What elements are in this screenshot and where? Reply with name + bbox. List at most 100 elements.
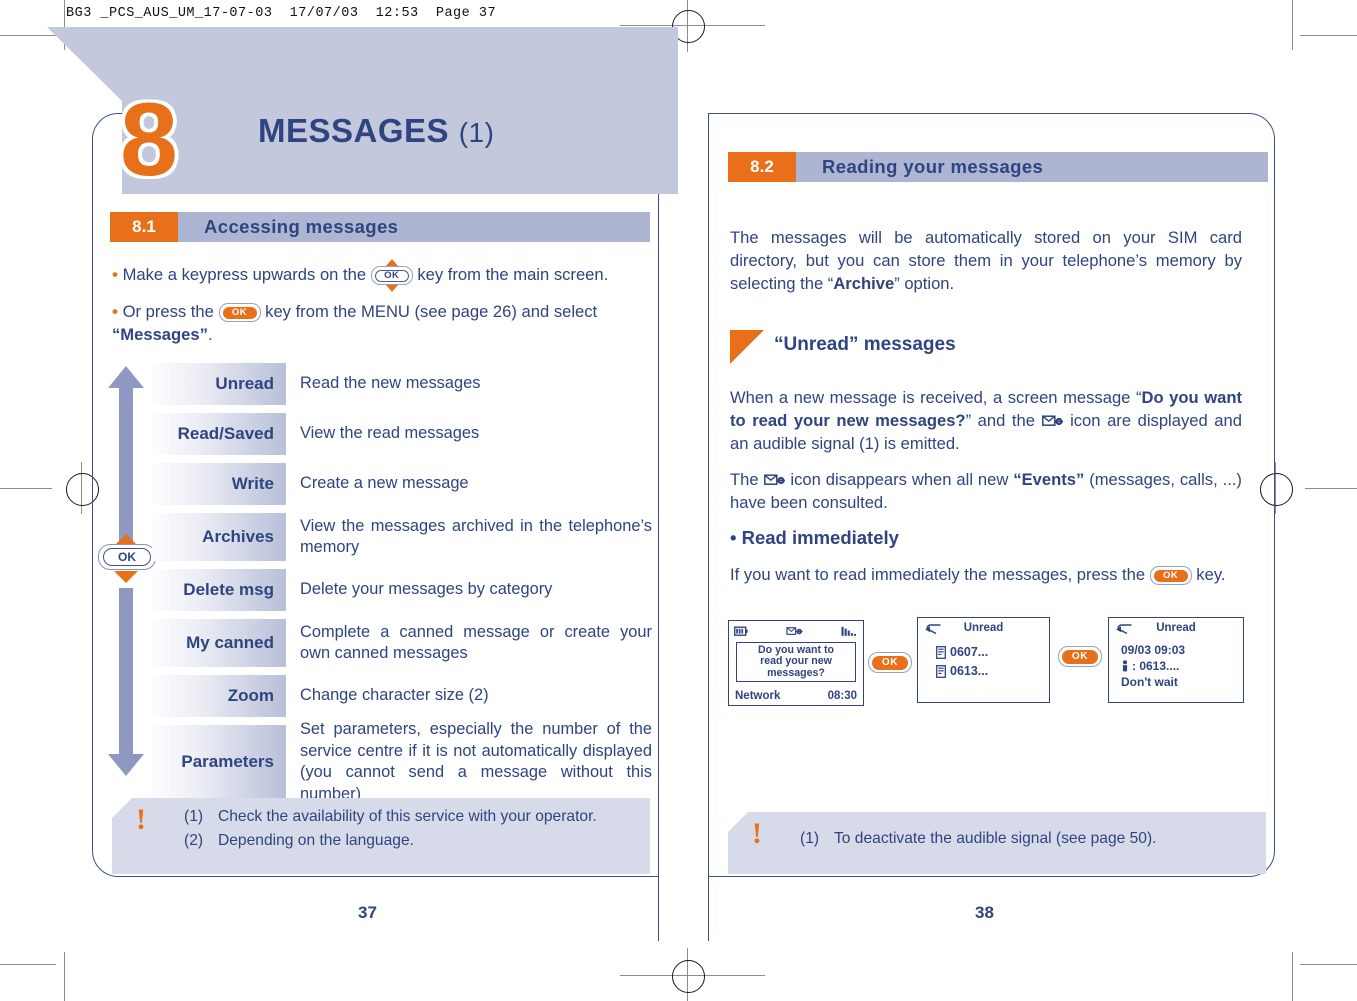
- ok-button-label: OK: [872, 655, 908, 670]
- chapter-title-text: MESSAGES: [258, 112, 450, 149]
- page-number-right: 38: [975, 903, 994, 922]
- messages-menu-list: Unread Read the new messages Read/Saved …: [152, 363, 652, 807]
- intro-bold: Archive: [833, 274, 895, 293]
- list-item[interactable]: 0613...: [936, 662, 988, 681]
- battery-icon: [734, 626, 748, 636]
- list-item[interactable]: Read/Saved View the read messages: [152, 413, 652, 455]
- list-item[interactable]: Write Create a new message: [152, 463, 652, 505]
- para3-part2: key.: [1196, 565, 1226, 584]
- footnote-line: (1) To deactivate the audible signal (se…: [800, 828, 1250, 849]
- phone-screen-unread-list: Unread 0607... 0613...: [917, 617, 1050, 703]
- bullet-2-after: key from the MENU (see page 26) and sele…: [265, 302, 598, 321]
- message-sender-row: : 0613....: [1121, 658, 1185, 674]
- phone-screen-prompt: Do you want to read your new messages? N…: [728, 620, 864, 706]
- message-number: 0607...: [950, 645, 989, 659]
- menu-desc-parameters: Set parameters, especially the number of…: [300, 720, 652, 803]
- footnote-text: Depending on the language.: [218, 832, 414, 849]
- menu-label-write: Write: [152, 463, 286, 505]
- bullet-2-before: Or press the: [122, 302, 214, 321]
- list-item[interactable]: 0607...: [936, 643, 988, 662]
- ok-key-label: OK: [222, 306, 257, 319]
- menu-label-archives: Archives: [152, 513, 286, 561]
- person-icon: [1122, 660, 1128, 672]
- page-number-left: 37: [358, 903, 377, 922]
- crop-mark-bottom-left-horizontal: [0, 964, 56, 966]
- registration-mark-bottom: [672, 960, 705, 993]
- intro-paragraph: The messages will be automatically store…: [730, 226, 1242, 295]
- list-item[interactable]: Unread Read the new messages: [152, 363, 652, 405]
- para3-part1: If you want to read immediately the mess…: [730, 565, 1146, 584]
- print-header-text: BG3 _PCS_AUS_UM_17-07-03 17/07/03 12:53 …: [66, 6, 497, 21]
- paragraph-icon-disappears: The icon disappears when all new “Events…: [730, 468, 1242, 514]
- crop-mark-bottom-right-vertical: [1292, 952, 1294, 1001]
- message-icon: [936, 646, 946, 659]
- ok-key-icon-solid[interactable]: OK: [1149, 566, 1192, 586]
- list-item[interactable]: Delete msg Delete your messages by categ…: [152, 569, 652, 611]
- list-item[interactable]: Zoom Change character size (2): [152, 675, 652, 717]
- bullet-dot-icon: •: [112, 302, 118, 321]
- envelope-event-icon: [763, 474, 785, 485]
- chapter-title-roman: (1): [458, 117, 495, 148]
- screen-title: Unread: [963, 622, 1004, 634]
- phone-screen-message-detail: Unread 09/03 09:03 : 0613.... Don't wait: [1108, 617, 1244, 703]
- footnote-line: (2) Depending on the language.: [184, 830, 634, 851]
- message-body: Don't wait: [1121, 675, 1178, 689]
- menu-desc-delete-msg: Delete your messages by category: [300, 580, 553, 599]
- list-item[interactable]: Archives View the messages archived in t…: [152, 513, 652, 561]
- bullet-keypress-up: • Make a keypress upwards on the OK key …: [112, 259, 646, 293]
- bullet-1-after: key from the main screen.: [417, 265, 609, 284]
- footnote-box-left: ! (1) Check the availability of this ser…: [112, 798, 650, 874]
- section-number-8-2: 8.2: [728, 152, 796, 182]
- warning-exclamation-icon: !: [752, 817, 762, 850]
- list-item[interactable]: Parameters Set parameters, especially th…: [152, 720, 652, 803]
- menu-desc-write: Create a new message: [300, 474, 469, 493]
- ok-key-button[interactable]: OK: [98, 544, 156, 570]
- para2-bold: “Events”: [1013, 470, 1085, 489]
- footnote-number: (2): [184, 832, 204, 849]
- section-number-8-1: 8.1: [110, 212, 178, 242]
- menu-label-read-saved: Read/Saved: [152, 413, 286, 455]
- menu-desc-my-canned: Complete a canned message or create your…: [300, 622, 652, 663]
- crop-mark-top-right-horizontal: [1300, 35, 1357, 37]
- bullet-2-bold-tail: “Messages”: [112, 325, 208, 344]
- section-title-8-1: Accessing messages: [178, 212, 650, 242]
- para1-part1: When a new message is received, a screen…: [730, 388, 1142, 407]
- footnote-line: (1) Check the availability of this servi…: [184, 806, 634, 827]
- paragraph-press-ok: If you want to read immediately the mess…: [730, 563, 1250, 586]
- menu-desc-zoom: Change character size (2): [300, 686, 489, 705]
- subsection-triangle-icon: [730, 330, 764, 364]
- section-header-8-2: 8.2 Reading your messages: [728, 152, 1268, 182]
- menu-desc-read-saved: View the read messages: [300, 424, 480, 443]
- intro-part2: ” option.: [894, 274, 955, 293]
- menu-label-unread: Unread: [152, 363, 286, 405]
- para1-part2: ” and the: [965, 411, 1035, 430]
- intro-part1: The messages will be automatically store…: [730, 228, 1242, 293]
- bullet-dot-icon: •: [112, 265, 118, 284]
- section-header-8-1: 8.1 Accessing messages: [110, 212, 650, 242]
- scroll-navigation-indicator[interactable]: OK: [98, 366, 156, 776]
- message-icon: [936, 665, 946, 678]
- arrow-shaft-upper: [119, 386, 133, 546]
- crop-mark-top-right-vertical: [1292, 0, 1294, 50]
- menu-label-delete-msg: Delete msg: [152, 569, 286, 611]
- message-sender: : 0613....: [1132, 659, 1180, 673]
- ok-button-step-1[interactable]: OK: [868, 652, 912, 673]
- footnote-text: To deactivate the audible signal (see pa…: [834, 830, 1157, 847]
- crop-mark-top-horizontal: [0, 35, 56, 37]
- envelope-event-icon: [785, 626, 803, 635]
- bullet-menu-select: • Or press the OK key from the MENU (see…: [112, 300, 646, 346]
- arrow-down-head-icon: [108, 754, 144, 776]
- menu-label-my-canned: My canned: [152, 619, 286, 667]
- list-item[interactable]: My canned Complete a canned message or c…: [152, 619, 652, 667]
- phone-footer: Network 08:30: [735, 690, 857, 702]
- ok-key-label: OK: [1153, 569, 1188, 582]
- ok-key-icon-solid[interactable]: OK: [218, 303, 261, 323]
- message-timestamp: 09/03 09:03: [1121, 643, 1186, 657]
- crop-mark-bottom-right-horizontal: [1300, 964, 1357, 966]
- signal-icon: [841, 626, 856, 636]
- envelope-event-icon: [1041, 415, 1063, 426]
- para2-part1: The: [730, 470, 759, 489]
- ok-key-icon-navigation[interactable]: OK: [370, 259, 413, 293]
- ok-button-step-2[interactable]: OK: [1058, 646, 1102, 667]
- status-bar: [734, 624, 858, 638]
